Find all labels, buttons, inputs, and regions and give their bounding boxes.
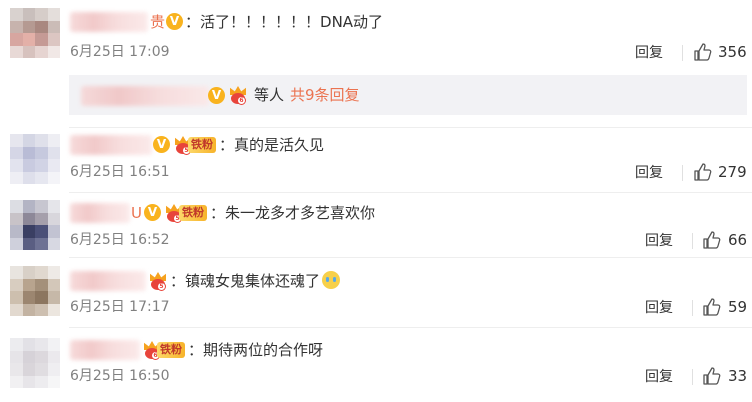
avatar[interactable]	[10, 134, 60, 184]
like-count: 59	[728, 298, 748, 316]
verified-v-icon: V	[208, 87, 225, 104]
reply-button[interactable]: 回复	[645, 368, 673, 386]
like-count: 279	[718, 163, 747, 181]
reply-button[interactable]: 回复	[635, 164, 663, 182]
avatar[interactable]	[10, 8, 60, 58]
reply-button[interactable]: 回复	[645, 299, 673, 317]
divider	[692, 233, 693, 249]
comment-time: 6月25日 16:51	[70, 164, 170, 180]
thumbs-up-icon[interactable]	[702, 366, 722, 386]
reply-button[interactable]: 回复	[635, 44, 663, 62]
username-tail[interactable]: 贵	[150, 12, 165, 32]
username-redacted[interactable]	[70, 12, 148, 32]
thumbs-up-icon[interactable]	[693, 42, 713, 62]
like-count: 66	[728, 231, 748, 249]
comment-text: ：真的是活久见	[219, 136, 325, 154]
fan-badge: 铁粉	[188, 137, 216, 153]
sub-reply-box[interactable]: V 6 等人 共9条回复	[69, 75, 747, 115]
comment-item: 5 ：镇魂女鬼集体还魂了 6月25日 17:17 回复 59	[0, 258, 752, 326]
divider	[682, 45, 683, 61]
comment-body: 镇魂女鬼集体还魂了	[185, 272, 321, 290]
verified-v-icon: V	[153, 136, 170, 153]
avatar[interactable]	[10, 338, 60, 388]
fan-badge: 铁粉	[179, 205, 207, 221]
divider	[682, 165, 683, 181]
divider	[692, 369, 693, 385]
crown-badge-icon: 6	[228, 86, 248, 105]
username-redacted[interactable]	[70, 340, 140, 360]
comment-text: ：期待两位的合作呀	[188, 341, 324, 359]
more-replies-link[interactable]: 共9条回复	[290, 85, 360, 105]
comment-time: 6月25日 17:09	[70, 44, 170, 60]
verified-v-icon: V	[144, 204, 161, 221]
thumbs-up-icon[interactable]	[702, 230, 722, 250]
comment-time: 6月25日 16:52	[70, 232, 170, 248]
username-redacted[interactable]	[81, 86, 209, 106]
verified-v-icon: V	[166, 13, 183, 30]
username-redacted[interactable]	[70, 203, 130, 223]
thumbs-up-icon[interactable]	[702, 297, 722, 317]
fan-badge: 铁粉	[157, 342, 185, 358]
divider	[692, 300, 693, 316]
like-count: 33	[728, 367, 748, 385]
like-count: 356	[718, 43, 747, 61]
avatar[interactable]	[10, 266, 60, 316]
username-redacted[interactable]	[70, 271, 146, 291]
comment-item: 贵 V ：活了！！！！！！DNA动了 6月25日 17:09 回复 356	[0, 0, 752, 70]
crying-emoji-icon	[322, 271, 341, 289]
comment-body: 真的是活久见	[234, 136, 325, 154]
comment-item: U V 5 铁粉 ：朱一龙多才多艺喜欢你 6月25日 16:52 回复 66	[0, 193, 752, 255]
comment-time: 6月25日 16:50	[70, 368, 170, 384]
comment-body: 朱一龙多才多艺喜欢你	[225, 204, 376, 222]
comment-item: 6 铁粉 ：期待两位的合作呀 6月25日 16:50 回复 33	[0, 328, 752, 402]
avatar[interactable]	[10, 200, 60, 250]
reply-button[interactable]: 回复	[645, 232, 673, 250]
username-tail[interactable]: U	[131, 203, 142, 223]
comment-time: 6月25日 17:17	[70, 299, 170, 315]
username-redacted[interactable]	[70, 135, 152, 155]
comment-body: 期待两位的合作呀	[203, 341, 324, 359]
comment-body: 活了！！！！！！DNA动了	[200, 13, 384, 31]
crown-badge-icon: 5	[148, 272, 168, 291]
comment-text: ：朱一龙多才多艺喜欢你	[210, 204, 376, 222]
comment-item: V 5 铁粉 ：真的是活久见 6月25日 16:51 回复 279	[0, 128, 752, 193]
sub-reply-suffix: 等人	[254, 86, 285, 104]
comment-text: ：镇魂女鬼集体还魂了	[170, 271, 341, 291]
thumbs-up-icon[interactable]	[693, 162, 713, 182]
comment-text: ：活了！！！！！！DNA动了	[185, 13, 384, 31]
